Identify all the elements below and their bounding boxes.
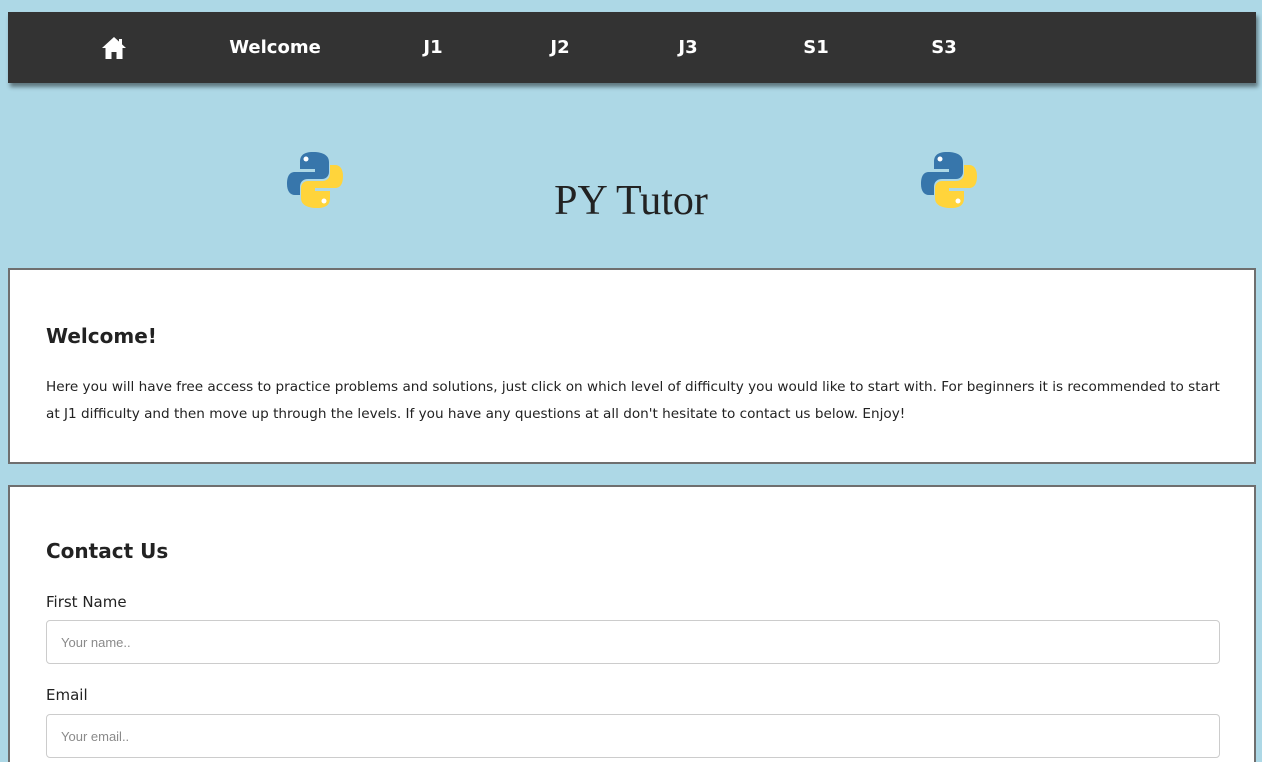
welcome-text: Here you will have free access to practi… — [46, 379, 1220, 422]
page: Welcome J1 J2 J3 S1 S3 PY Tutor Welcome!… — [0, 0, 1262, 762]
nav-link-welcome[interactable]: Welcome — [216, 12, 334, 83]
welcome-card: Welcome! Here you will have free access … — [8, 268, 1256, 464]
first-name-label: First Name — [46, 593, 127, 611]
email-input[interactable] — [46, 714, 1220, 758]
first-name-input[interactable] — [46, 620, 1220, 664]
nav-link-j2[interactable]: J2 — [535, 12, 585, 83]
nav-link-j1[interactable]: J1 — [408, 12, 458, 83]
nav-home-link[interactable] — [94, 12, 134, 83]
nav-link-j3[interactable]: J3 — [663, 12, 713, 83]
nav-link-s3[interactable]: S3 — [919, 12, 969, 83]
home-icon — [102, 36, 126, 59]
navbar: Welcome J1 J2 J3 S1 S3 — [8, 12, 1256, 83]
site-title: PY Tutor — [554, 178, 708, 224]
contact-card: Contact Us First Name Email — [8, 485, 1256, 762]
contact-heading: Contact Us — [46, 539, 169, 563]
welcome-heading: Welcome! — [46, 324, 157, 348]
python-logo-icon — [921, 152, 977, 208]
nav-link-s1[interactable]: S1 — [791, 12, 841, 83]
email-label: Email — [46, 686, 88, 704]
python-logo-icon — [287, 152, 343, 208]
